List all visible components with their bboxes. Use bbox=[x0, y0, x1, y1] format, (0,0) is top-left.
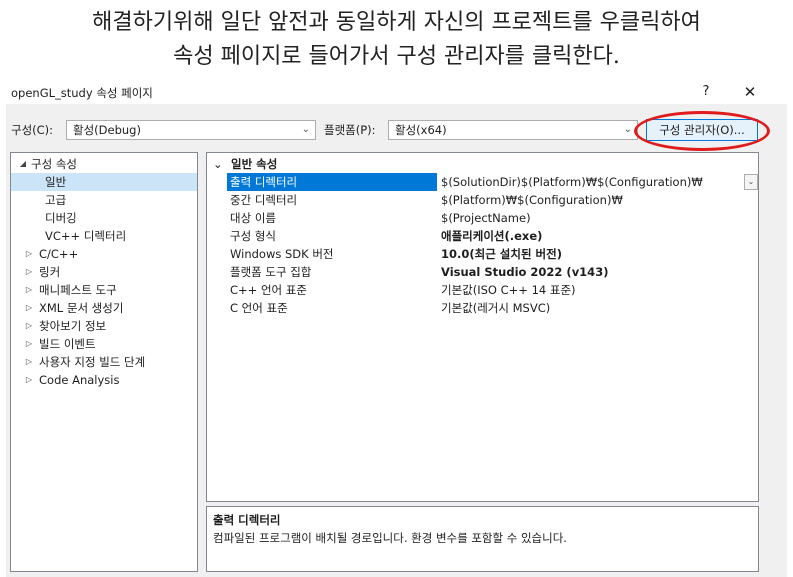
tree-item-c-cpp[interactable]: ▷ C/C++ bbox=[11, 245, 197, 263]
configuration-dropdown[interactable]: 활성(Debug) ⌄ bbox=[66, 120, 316, 140]
tree-item-xml-document-generator[interactable]: ▷ XML 문서 생성기 bbox=[11, 299, 197, 317]
tree-item-debugging[interactable]: 디버깅 bbox=[11, 209, 197, 227]
tree-item-label: 일반 bbox=[45, 175, 67, 189]
tree-item-label: C/C++ bbox=[39, 247, 79, 261]
property-pages-dialog: openGL_study 속성 페이지 ? ✕ 구성(C): 활성(Debug)… bbox=[6, 80, 787, 577]
grid-row-windows-sdk-version[interactable]: Windows SDK 버전 10.0(최근 설치된 버전) bbox=[227, 245, 758, 263]
tree-item-label: VC++ 디렉터리 bbox=[45, 229, 127, 243]
collapsed-triangle-icon[interactable]: ▷ bbox=[23, 371, 35, 389]
configuration-label: 구성(C): bbox=[11, 123, 54, 137]
property-value[interactable]: 10.0(최근 설치된 버전) bbox=[441, 245, 562, 263]
tree-item-label: 구성 속성 bbox=[31, 157, 77, 171]
property-grid: ⌄ 일반 속성 출력 디렉터리 $(SolutionDir)$(Platform… bbox=[206, 152, 759, 502]
description-text: 컴파일된 프로그램이 배치될 경로입니다. 환경 변수를 포함할 수 있습니다. bbox=[213, 531, 567, 545]
platform-value: 활성(x64) bbox=[395, 123, 447, 137]
property-value[interactable]: $(ProjectName) bbox=[441, 209, 531, 227]
platform-label: 플랫폼(P): bbox=[324, 123, 376, 137]
property-name: 출력 디렉터리 bbox=[227, 173, 437, 191]
tree-item-label: 고급 bbox=[45, 193, 67, 207]
property-value[interactable]: Visual Studio 2022 (v143) bbox=[441, 263, 608, 281]
collapsed-triangle-icon[interactable]: ▷ bbox=[23, 281, 35, 299]
grid-row-cpp-language-standard[interactable]: C++ 언어 표준 기본값(ISO C++ 14 표준) bbox=[227, 281, 758, 299]
section-title: 일반 속성 bbox=[231, 157, 278, 171]
instruction-caption: 해결하기위해 일단 앞전과 동일하게 자신의 프로젝트를 우클릭하여 속성 페이… bbox=[0, 6, 793, 74]
platform-dropdown[interactable]: 활성(x64) ⌄ bbox=[388, 120, 638, 140]
chevron-down-icon: ⌄ bbox=[623, 124, 632, 135]
tree-item-code-analysis[interactable]: ▷ Code Analysis bbox=[11, 371, 197, 389]
property-value[interactable]: 기본값(레거시 MSVC) bbox=[441, 299, 550, 317]
tree-item-configuration-properties[interactable]: ◢ 구성 속성 bbox=[11, 155, 197, 173]
tree-item-build-events[interactable]: ▷ 빌드 이벤트 bbox=[11, 335, 197, 353]
property-value[interactable]: $(Platform)₩$(Configuration)₩ bbox=[441, 191, 623, 209]
red-highlight-circle bbox=[634, 111, 770, 151]
grid-row-platform-toolset[interactable]: 플랫폼 도구 집합 Visual Studio 2022 (v143) bbox=[227, 263, 758, 281]
close-button[interactable]: ✕ bbox=[739, 82, 761, 102]
grid-row-c-language-standard[interactable]: C 언어 표준 기본값(레거시 MSVC) bbox=[227, 299, 758, 317]
description-panel: 출력 디렉터리 컴파일된 프로그램이 배치될 경로입니다. 환경 변수를 포함할… bbox=[206, 506, 759, 572]
value-dropdown-button[interactable]: ⌄ bbox=[744, 174, 758, 190]
tree-item-label: 링커 bbox=[39, 265, 61, 279]
property-name: 대상 이름 bbox=[230, 211, 276, 225]
collapsed-triangle-icon[interactable]: ▷ bbox=[23, 317, 35, 335]
grid-row-intermediate-directory[interactable]: 중간 디렉터리 $(Platform)₩$(Configuration)₩ bbox=[227, 191, 758, 209]
grid-row-output-directory[interactable]: 출력 디렉터리 $(SolutionDir)$(Platform)₩$(Conf… bbox=[227, 173, 758, 191]
title-bar: openGL_study 속성 페이지 ? ✕ bbox=[6, 80, 787, 104]
tree-item-label: Code Analysis bbox=[39, 373, 120, 387]
property-name: 구성 형식 bbox=[230, 229, 276, 243]
property-value[interactable]: 기본값(ISO C++ 14 표준) bbox=[441, 281, 576, 299]
property-tree[interactable]: ◢ 구성 속성 일반 고급 디버깅 VC++ 디렉터리 ▷ C/C++ ▷ 링커… bbox=[10, 152, 198, 572]
tree-item-label: 찾아보기 정보 bbox=[39, 319, 107, 333]
expanded-triangle-icon[interactable]: ◢ bbox=[17, 155, 29, 173]
property-name: 중간 디렉터리 bbox=[230, 193, 298, 207]
property-name: 플랫폼 도구 집합 bbox=[230, 265, 312, 279]
tree-item-label: XML 문서 생성기 bbox=[39, 301, 124, 315]
collapsed-triangle-icon[interactable]: ▷ bbox=[23, 353, 35, 371]
window-title: openGL_study 속성 페이지 bbox=[11, 86, 153, 100]
collapsed-triangle-icon[interactable]: ▷ bbox=[23, 335, 35, 353]
tree-item-advanced[interactable]: 고급 bbox=[11, 191, 197, 209]
tree-item-label: 빌드 이벤트 bbox=[39, 337, 96, 351]
description-title: 출력 디렉터리 bbox=[213, 513, 281, 527]
collapsed-triangle-icon[interactable]: ▷ bbox=[23, 263, 35, 281]
tree-item-label: 매니페스트 도구 bbox=[39, 283, 117, 297]
property-value[interactable]: $(SolutionDir)$(Platform)₩$(Configuratio… bbox=[441, 173, 703, 191]
tree-item-general[interactable]: 일반 bbox=[11, 173, 197, 191]
property-name: C++ 언어 표준 bbox=[230, 283, 307, 297]
tree-item-label: 디버깅 bbox=[45, 211, 77, 225]
chevron-down-icon[interactable]: ⌄ bbox=[213, 155, 227, 173]
tree-item-browse-information[interactable]: ▷ 찾아보기 정보 bbox=[11, 317, 197, 335]
tree-item-vc-directories[interactable]: VC++ 디렉터리 bbox=[11, 227, 197, 245]
property-name: C 언어 표준 bbox=[230, 301, 288, 315]
caption-line-2: 속성 페이지로 들어가서 구성 관리자를 클릭한다. bbox=[173, 44, 620, 69]
collapsed-triangle-icon[interactable]: ▷ bbox=[23, 299, 35, 317]
grid-row-configuration-type[interactable]: 구성 형식 애플리케이션(.exe) bbox=[227, 227, 758, 245]
help-button[interactable]: ? bbox=[696, 82, 716, 102]
collapsed-triangle-icon[interactable]: ▷ bbox=[23, 245, 35, 263]
tree-item-manifest-tool[interactable]: ▷ 매니페스트 도구 bbox=[11, 281, 197, 299]
configuration-value: 활성(Debug) bbox=[73, 123, 141, 137]
property-name: Windows SDK 버전 bbox=[230, 247, 334, 261]
grid-section-header[interactable]: ⌄ 일반 속성 bbox=[213, 155, 277, 173]
property-value[interactable]: 애플리케이션(.exe) bbox=[441, 227, 542, 245]
tree-item-custom-build-step[interactable]: ▷ 사용자 지정 빌드 단계 bbox=[11, 353, 197, 371]
caption-line-1: 해결하기위해 일단 앞전과 동일하게 자신의 프로젝트를 우클릭하여 bbox=[92, 10, 701, 35]
grid-row-target-name[interactable]: 대상 이름 $(ProjectName) bbox=[227, 209, 758, 227]
tree-item-label: 사용자 지정 빌드 단계 bbox=[39, 355, 146, 369]
tree-item-linker[interactable]: ▷ 링커 bbox=[11, 263, 197, 281]
chevron-down-icon: ⌄ bbox=[301, 124, 310, 135]
